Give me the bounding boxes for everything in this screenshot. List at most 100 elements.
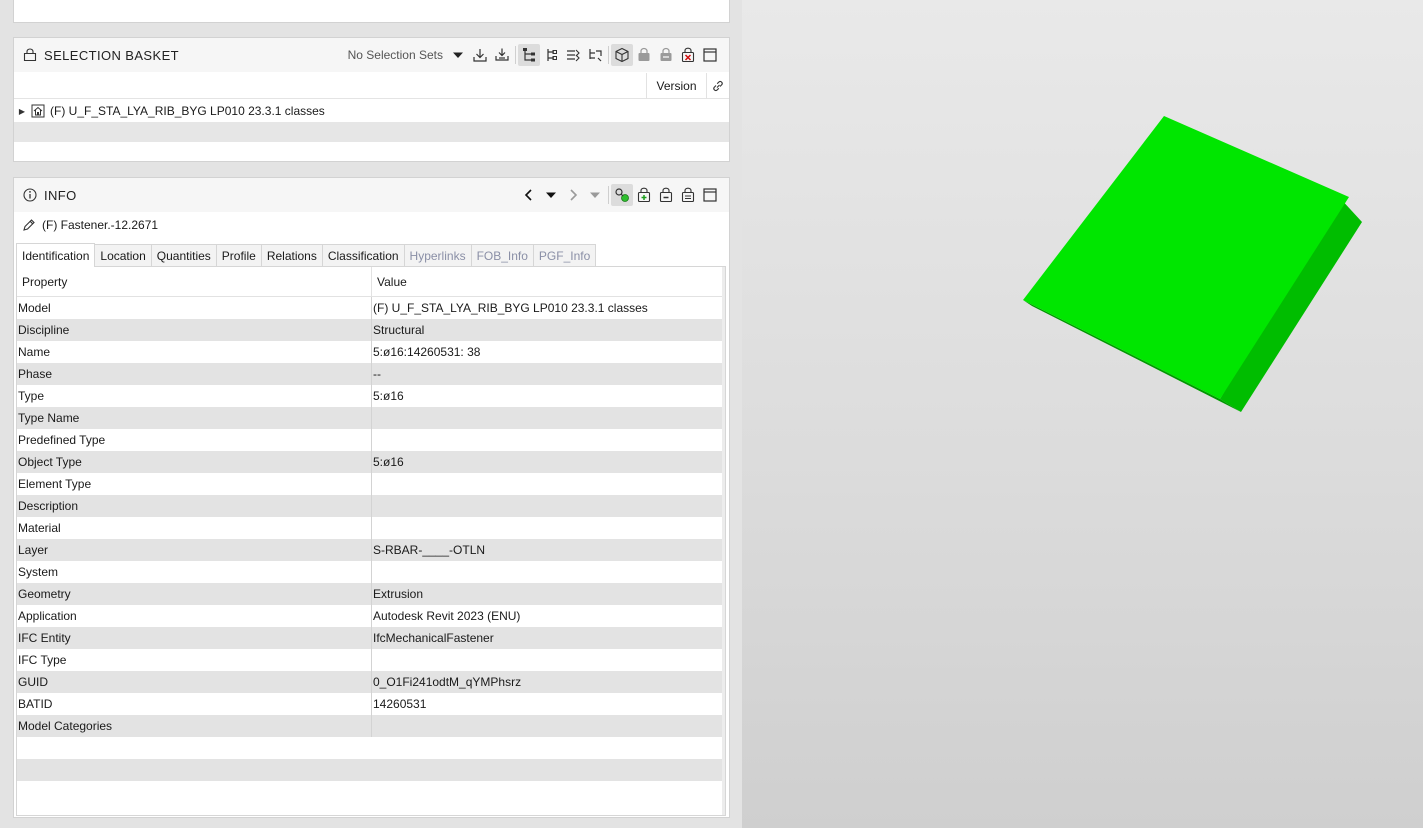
- info-icon: [22, 187, 38, 203]
- table-row[interactable]: Name 5:ø16:14260531: 38: [17, 341, 725, 363]
- table-row[interactable]: Layer S-RBAR-____-OTLN: [17, 539, 725, 561]
- basket-empty-row: [14, 122, 729, 142]
- tab-pgf-info[interactable]: PGF_Info: [532, 244, 597, 266]
- toolbar-separator: [608, 186, 609, 204]
- table-row[interactable]: Description: [17, 495, 725, 517]
- property-value-cell: [372, 517, 373, 539]
- table-row[interactable]: Element Type: [17, 473, 725, 495]
- property-rows: Model (F) U_F_STA_LYA_RIB_BYG LP010 23.3.…: [17, 297, 725, 737]
- table-row[interactable]: Model (F) U_F_STA_LYA_RIB_BYG LP010 23.3.…: [17, 297, 725, 319]
- property-column-header[interactable]: Property: [17, 267, 372, 296]
- property-value-cell: 5:ø16:14260531: 38: [373, 345, 481, 359]
- property-value-cell: [372, 649, 373, 671]
- expand-arrow-icon[interactable]: ▶: [14, 107, 30, 116]
- property-name-cell: Predefined Type: [17, 429, 372, 451]
- property-value-cell: [372, 473, 373, 495]
- property-grid-header: Property Value: [17, 267, 725, 297]
- property-name-cell: BATID: [17, 693, 372, 715]
- 3d-scene[interactable]: [742, 0, 1423, 828]
- property-value-cell: [372, 715, 373, 737]
- tab-classification[interactable]: Classification: [321, 244, 405, 266]
- history-forward-dropdown-icon[interactable]: [584, 184, 606, 206]
- property-value-cell: 0_O1Fi241odtM_qYMPhsrz: [373, 675, 522, 689]
- left-panel-column: SELECTION BASKET No Selection Sets Versi…: [0, 0, 742, 828]
- table-row[interactable]: Type Name: [17, 407, 725, 429]
- maximize-panel-icon[interactable]: [699, 44, 721, 66]
- version-column-header[interactable]: Version: [646, 73, 706, 99]
- table-row[interactable]: Geometry Extrusion: [17, 583, 725, 605]
- collapsed-panel-stub: [13, 0, 730, 23]
- property-value-cell: (F) U_F_STA_LYA_RIB_BYG LP010 23.3.1 cla…: [373, 301, 648, 315]
- table-row[interactable]: Object Type 5:ø16: [17, 451, 725, 473]
- basket-list-icon[interactable]: [677, 184, 699, 206]
- tab-profile[interactable]: Profile: [215, 244, 262, 266]
- table-row[interactable]: Material: [17, 517, 725, 539]
- empty-row: [17, 759, 725, 781]
- selection-basket-header: SELECTION BASKET No Selection Sets: [14, 38, 729, 72]
- property-name-cell: Element Type: [17, 473, 372, 495]
- property-value-cell: Autodesk Revit 2023 (ENU): [373, 609, 521, 623]
- property-value-cell: S-RBAR-____-OTLN: [373, 543, 486, 557]
- cube-icon[interactable]: [611, 44, 633, 66]
- history-back-dropdown-icon[interactable]: [540, 184, 562, 206]
- basket-add-green-icon[interactable]: [633, 184, 655, 206]
- table-row[interactable]: Discipline Structural: [17, 319, 725, 341]
- group-by-icon[interactable]: [584, 44, 606, 66]
- table-row[interactable]: Type 5:ø16: [17, 385, 725, 407]
- sync-selection-icon[interactable]: [611, 184, 633, 206]
- basket-icon: [22, 47, 38, 63]
- property-value-cell: IfcMechanicalFastener: [373, 631, 494, 645]
- property-name-cell: Discipline: [17, 319, 372, 341]
- table-row[interactable]: Phase --: [17, 363, 725, 385]
- pencil-icon: [21, 217, 37, 233]
- table-row[interactable]: Predefined Type: [17, 429, 725, 451]
- fastener-top-face[interactable]: [1023, 116, 1349, 399]
- empty-row: [17, 737, 725, 759]
- property-value-cell: Extrusion: [373, 587, 424, 601]
- property-value-cell: 5:ø16: [373, 389, 404, 403]
- table-row[interactable]: Model Categories: [17, 715, 725, 737]
- selected-object-label: (F) Fastener.-12.2671: [42, 218, 159, 232]
- table-row[interactable]: Application Autodesk Revit 2023 (ENU): [17, 605, 725, 627]
- value-column-header[interactable]: Value: [372, 267, 407, 296]
- tab-relations[interactable]: Relations: [260, 244, 323, 266]
- tab-hyperlinks[interactable]: Hyperlinks: [403, 244, 472, 266]
- property-value-cell: 14260531: [373, 697, 427, 711]
- vertical-scrollbar[interactable]: [722, 267, 725, 815]
- tree-view-icon[interactable]: [518, 44, 540, 66]
- property-value-cell: 5:ø16: [373, 455, 404, 469]
- tab-fob-info[interactable]: FOB_Info: [470, 244, 534, 266]
- table-row[interactable]: System: [17, 561, 725, 583]
- property-name-cell: IFC Entity: [17, 627, 372, 649]
- basket-model-label: (F) U_F_STA_LYA_RIB_BYG LP010 23.3.1 cla…: [50, 104, 325, 118]
- selected-object-row: (F) Fastener.-12.2671: [14, 214, 729, 236]
- table-row[interactable]: BATID 14260531: [17, 693, 725, 715]
- forward-arrow-icon[interactable]: [562, 184, 584, 206]
- hierarchy-icon[interactable]: [540, 44, 562, 66]
- import-icon[interactable]: [469, 44, 491, 66]
- property-name-cell: IFC Type: [17, 649, 372, 671]
- import-all-icon[interactable]: [491, 44, 513, 66]
- tab-quantities[interactable]: Quantities: [150, 244, 217, 266]
- back-arrow-icon[interactable]: [518, 184, 540, 206]
- selection-sets-dropdown[interactable]: No Selection Sets: [348, 48, 443, 62]
- selection-basket-panel: SELECTION BASKET No Selection Sets Versi…: [13, 37, 730, 162]
- basket-model-item[interactable]: ▶ (F) U_F_STA_LYA_RIB_BYG LP010 23.3.1 c…: [14, 100, 729, 122]
- link-icon[interactable]: [706, 73, 729, 99]
- chevron-down-icon[interactable]: [447, 44, 469, 66]
- 3d-viewport[interactable]: [742, 0, 1423, 828]
- clear-basket-icon[interactable]: [677, 44, 699, 66]
- tab-identification[interactable]: Identification: [16, 243, 96, 267]
- maximize-panel-icon[interactable]: [699, 184, 721, 206]
- basket-add-icon[interactable]: [633, 44, 655, 66]
- basket-remove-icon[interactable]: [655, 44, 677, 66]
- tab-location[interactable]: Location: [94, 244, 152, 266]
- property-value-cell: [372, 407, 373, 429]
- property-name-cell: Type: [17, 385, 372, 407]
- table-row[interactable]: GUID 0_O1Fi241odtM_qYMPhsrz: [17, 671, 725, 693]
- table-row[interactable]: IFC Entity IfcMechanicalFastener: [17, 627, 725, 649]
- property-name-cell: Model: [17, 297, 372, 319]
- basket-minus-icon[interactable]: [655, 184, 677, 206]
- table-row[interactable]: IFC Type: [17, 649, 725, 671]
- layers-icon[interactable]: [562, 44, 584, 66]
